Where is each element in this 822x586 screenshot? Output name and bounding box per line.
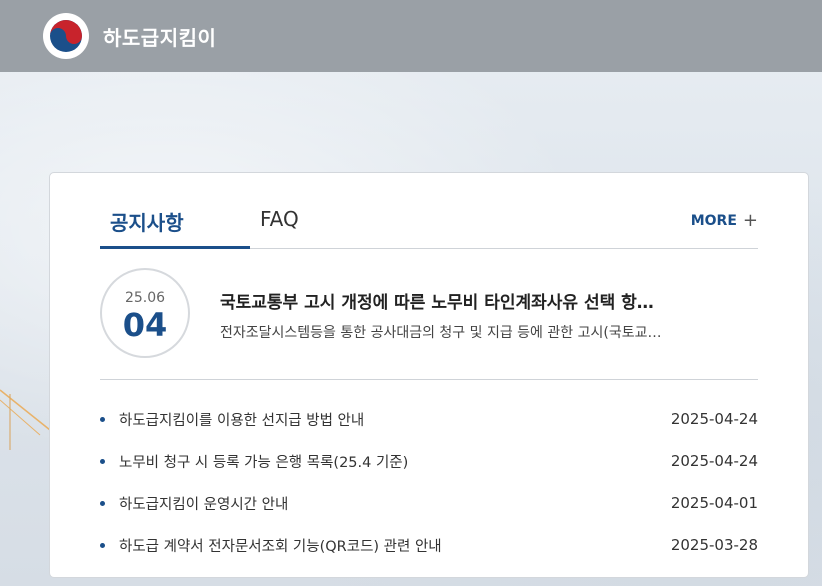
date-day: 04 bbox=[122, 306, 168, 344]
featured-description: 전자조달시스템등을 통한 공사대금의 청구 및 지급 등에 관한 고시(국토교… bbox=[220, 325, 662, 341]
list-item[interactable]: 하도급지킴이를 이용한 선지급 방법 안내 2025-04-24 bbox=[100, 398, 758, 440]
bullet-icon bbox=[100, 416, 105, 422]
taegeuk-emblem-icon[interactable] bbox=[43, 13, 89, 59]
site-header: 하도급지킴이 bbox=[0, 0, 822, 72]
notice-title[interactable]: 노무비 청구 시 등록 가능 은행 목록(25.4 기준) bbox=[119, 451, 661, 472]
list-item[interactable]: 하도급지킴이 운영시간 안내 2025-04-01 bbox=[100, 482, 758, 524]
site-title[interactable]: 하도급지킴이 bbox=[103, 22, 216, 51]
notice-date: 2025-04-01 bbox=[670, 494, 758, 512]
tab-faq[interactable]: FAQ bbox=[260, 207, 299, 231]
featured-notice[interactable]: 25.06 04 국토교통부 고시 개정에 따른 노무비 타인계좌사유 선택 항… bbox=[100, 268, 758, 380]
date-badge: 25.06 04 bbox=[100, 268, 190, 358]
more-label: MORE bbox=[690, 213, 737, 229]
notice-card: 공지사항 FAQ MORE + 25.06 04 국토교통부 고시 개정에 따른… bbox=[49, 172, 809, 578]
notice-title[interactable]: 하도급 계약서 전자문서조회 기능(QR코드) 관련 안내 bbox=[119, 535, 661, 556]
plus-icon: + bbox=[742, 210, 758, 231]
more-button[interactable]: MORE + bbox=[690, 210, 758, 231]
crane-icon bbox=[0, 389, 51, 450]
notice-date: 2025-03-28 bbox=[670, 536, 758, 554]
list-item[interactable]: 노무비 청구 시 등록 가능 은행 목록(25.4 기준) 2025-04-24 bbox=[100, 440, 758, 482]
notice-list: 하도급지킴이를 이용한 선지급 방법 안내 2025-04-24 노무비 청구 … bbox=[100, 398, 758, 566]
featured-title[interactable]: 국토교통부 고시 개정에 따른 노무비 타인계좌사유 선택 항… bbox=[220, 288, 740, 313]
notice-date: 2025-04-24 bbox=[670, 452, 758, 470]
bullet-icon bbox=[100, 542, 105, 548]
active-tab-indicator bbox=[100, 246, 250, 249]
tab-bar: 공지사항 FAQ MORE + bbox=[100, 203, 758, 249]
tab-notice[interactable]: 공지사항 bbox=[110, 207, 184, 236]
date-year-month: 25.06 bbox=[124, 290, 166, 306]
notice-title[interactable]: 하도급지킴이 운영시간 안내 bbox=[119, 493, 661, 514]
list-item[interactable]: 하도급 계약서 전자문서조회 기능(QR코드) 관련 안내 2025-03-28 bbox=[100, 524, 758, 566]
notice-date: 2025-04-24 bbox=[670, 410, 758, 428]
notice-title[interactable]: 하도급지킴이를 이용한 선지급 방법 안내 bbox=[119, 409, 661, 430]
bullet-icon bbox=[100, 458, 105, 464]
bullet-icon bbox=[100, 500, 105, 506]
